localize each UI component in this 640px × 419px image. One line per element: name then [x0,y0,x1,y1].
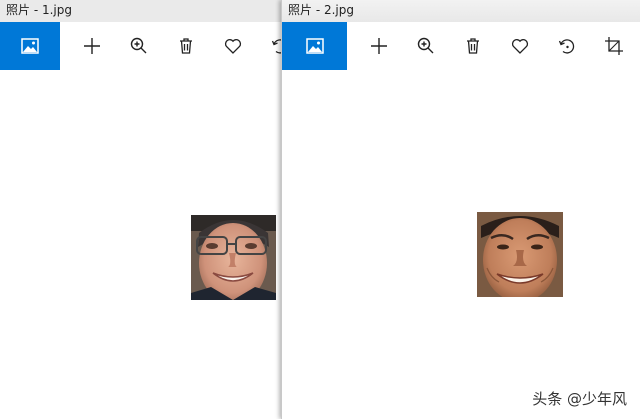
add-button[interactable] [80,34,104,58]
zoom-icon [417,37,434,54]
crop-button[interactable] [602,34,626,58]
delete-icon [180,38,192,54]
heart-icon [511,39,529,54]
photos-window-1: 照片 - 1.jpg [0,0,281,419]
rotate-icon [558,39,575,54]
zoom-icon [130,37,147,54]
crop-icon [605,37,623,55]
add-button[interactable] [367,34,391,58]
window-title-bar[interactable]: 照片 - 2.jpg [282,0,640,22]
photo-toolbar [0,22,281,70]
picture-icon [305,38,324,54]
rotate-icon [271,39,281,54]
photo-2 [477,212,563,297]
photos-app-button[interactable] [282,22,347,70]
window-title-bar[interactable]: 照片 - 1.jpg [0,0,281,22]
watermark: 头条 @少年风 [532,388,627,409]
add-icon [371,38,387,54]
window-title: 照片 - 1.jpg [6,3,72,17]
add-icon [84,38,100,54]
heart-icon [224,39,242,54]
window-title: 照片 - 2.jpg [288,3,354,17]
photos-app-button[interactable] [0,22,60,70]
delete-icon [467,38,479,54]
delete-button[interactable] [461,34,485,58]
photos-window-2: 照片 - 2.jpg 头条 @少年风 [281,0,640,419]
favorite-button[interactable] [221,34,245,58]
picture-icon [21,38,39,54]
watermark-text: 头条 @少年风 [532,390,627,408]
rotate-button[interactable] [268,34,281,58]
delete-button[interactable] [174,34,198,58]
zoom-button[interactable] [414,34,438,58]
favorite-button[interactable] [508,34,532,58]
photo-toolbar [282,22,640,70]
photo-1 [191,215,276,300]
rotate-button[interactable] [555,34,579,58]
zoom-button[interactable] [127,34,151,58]
